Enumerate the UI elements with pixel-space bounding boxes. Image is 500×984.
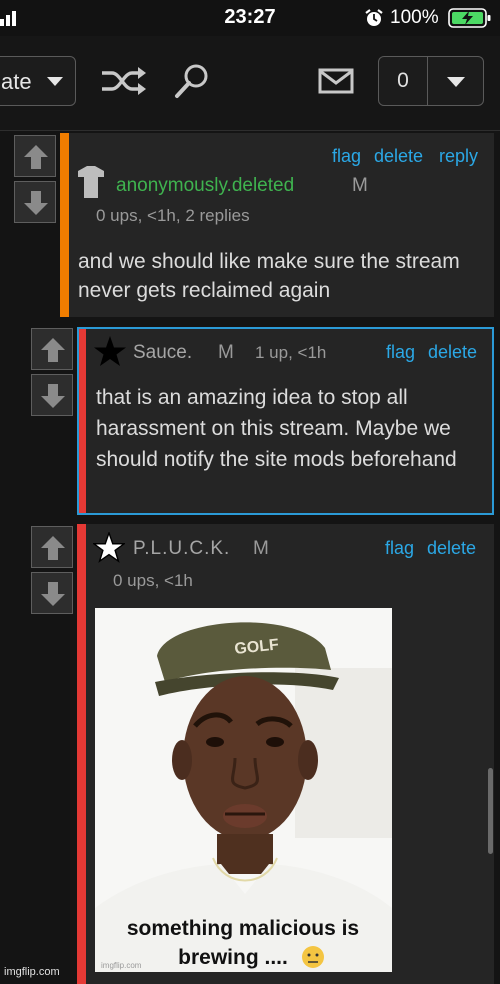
imgflip-watermark: imgflip.com (4, 966, 60, 978)
delete-link[interactable]: delete (374, 146, 423, 167)
battery-percent: 100% (390, 7, 439, 28)
mod-badge: M (352, 175, 368, 196)
toolbar: ate 0 (0, 36, 500, 130)
sort-dropdown[interactable]: ate (0, 56, 76, 106)
flag-link[interactable]: flag (385, 538, 414, 559)
comment: anonymously.deleted M 0 ups, <1h, 2 repl… (60, 133, 494, 317)
chevron-down-icon[interactable] (447, 77, 465, 87)
divider (0, 130, 500, 131)
comment-author[interactable]: Sauce. (133, 342, 192, 364)
upvote-button[interactable] (31, 526, 73, 568)
alarm-icon (365, 9, 383, 26)
shirt-icon (78, 166, 104, 198)
shuffle-icon[interactable] (100, 66, 148, 96)
comment-meta: 0 ups, <1h, 2 replies (96, 206, 250, 225)
star-white-icon (93, 532, 125, 563)
downvote-button[interactable] (31, 572, 73, 614)
divider (427, 57, 428, 105)
arrow-up-icon (41, 536, 65, 560)
caption-line-1: something malicious is (127, 917, 359, 940)
flag-link[interactable]: flag (332, 146, 361, 167)
notification-count-group[interactable]: 0 (378, 56, 484, 106)
delete-link[interactable]: delete (427, 538, 476, 559)
scrollbar[interactable] (488, 768, 493, 854)
sort-label: ate (1, 69, 32, 94)
search-icon[interactable] (174, 62, 212, 100)
chevron-down-icon (47, 77, 63, 86)
arrow-up-icon (24, 145, 48, 169)
vote-controls (14, 135, 58, 227)
comment: P.L.U.C.K. M 0 ups, <1h flag delete GOLF (77, 524, 494, 984)
upvote-button[interactable] (31, 328, 73, 370)
reply-link[interactable]: reply (439, 146, 478, 167)
status-bar: 23:27 100% (0, 0, 500, 36)
vote-controls (31, 526, 75, 618)
vote-controls (31, 328, 75, 420)
downvote-button[interactable] (31, 374, 73, 416)
comment-body: that is an amazing idea to stop all hara… (96, 386, 457, 471)
comment-meta: 1 up, <1h (255, 343, 327, 362)
arrow-down-icon (41, 384, 65, 408)
comment-depth-bar (79, 329, 86, 513)
arrow-up-icon (41, 338, 65, 362)
star-black-icon (94, 336, 126, 366)
caption-line-2: brewing .... (178, 946, 288, 969)
comment-depth-bar (77, 524, 86, 984)
comment-highlighted: Sauce. M 1 up, <1h flag delete that is a… (77, 327, 494, 515)
downvote-button[interactable] (14, 181, 56, 223)
comment-meta: 0 ups, <1h (113, 571, 193, 590)
delete-link[interactable]: delete (428, 342, 477, 363)
comment-depth-bar (60, 133, 69, 317)
notification-count: 0 (397, 69, 409, 92)
emoji-icon (302, 946, 324, 968)
comment-body: and we should like make sure the stream … (78, 250, 460, 302)
upvote-button[interactable] (14, 135, 56, 177)
image-watermark: imgflip.com (101, 961, 142, 970)
mod-badge: M (218, 342, 234, 363)
arrow-down-icon (41, 582, 65, 606)
comment-author[interactable]: P.L.U.C.K. (133, 538, 230, 560)
comment-image[interactable]: GOLF something malicious is brewing .... (95, 608, 392, 972)
mod-badge: M (253, 538, 269, 559)
battery-charging-icon (448, 8, 491, 28)
comment-author[interactable]: anonymously.deleted (116, 175, 294, 197)
mail-icon[interactable] (318, 68, 354, 94)
arrow-down-icon (24, 191, 48, 215)
flag-link[interactable]: flag (386, 342, 415, 363)
meme-illustration: GOLF something malicious is brewing .... (95, 608, 392, 972)
